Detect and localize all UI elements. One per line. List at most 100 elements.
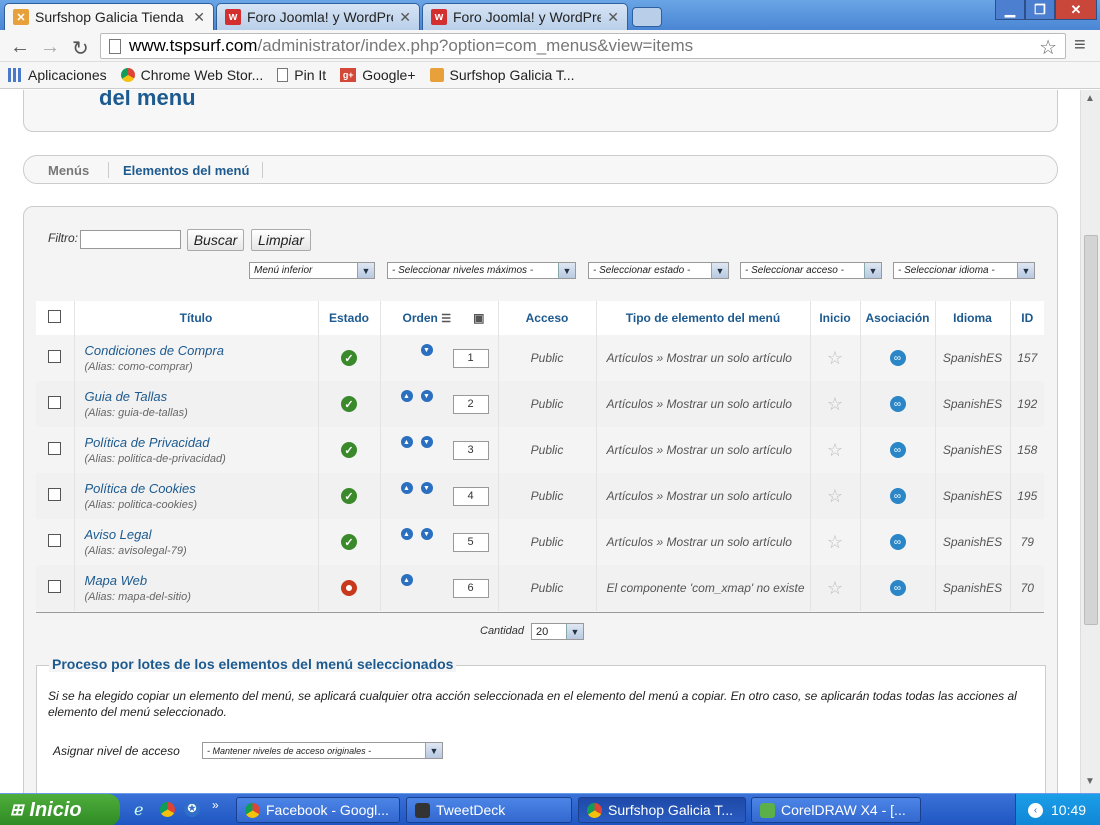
col-access[interactable]: Acceso (498, 301, 597, 335)
bookmark-apps[interactable]: Aplicaciones (8, 67, 107, 83)
order-input[interactable]: 3 (452, 440, 489, 460)
chrome-icon[interactable] (160, 802, 175, 817)
bookmark-surfshop[interactable]: Surfshop Galicia T... (429, 67, 575, 83)
move-up-icon[interactable]: ▲ (400, 482, 413, 494)
scroll-up-icon[interactable]: ▲ (1085, 93, 1095, 104)
col-order[interactable]: Orden ☰ ▣ (380, 301, 499, 335)
tab-surfshop[interactable]: ✕ Surfshop Galicia Tienda ✕ (4, 3, 214, 30)
move-down-icon[interactable]: ▼ (420, 436, 433, 448)
order-input[interactable]: 6 (452, 578, 489, 598)
item-title-link[interactable]: Política de Cookies (85, 481, 318, 496)
row-checkbox[interactable] (48, 580, 62, 593)
col-home[interactable]: Inicio (810, 301, 861, 335)
item-title-link[interactable]: Política de Privacidad (85, 435, 318, 450)
forward-icon[interactable]: → (40, 36, 60, 59)
save-order-icon[interactable]: ▣ (473, 311, 484, 325)
tab-foro-2[interactable]: w Foro Joomla! y WordPre ✕ (422, 3, 628, 30)
association-link-icon[interactable]: ∞ (889, 442, 906, 459)
access-select[interactable]: - Seleccionar acceso - ▼ (740, 262, 882, 279)
col-title[interactable]: Título (74, 301, 319, 335)
window-close-button[interactable]: ✕ (1055, 0, 1097, 20)
maximize-button[interactable]: ❐ (1025, 0, 1055, 20)
menu-icon[interactable]: ≡ (1074, 34, 1086, 57)
status-select[interactable]: - Seleccionar estado - ▼ (588, 262, 729, 279)
home-star-icon[interactable]: ☆ (827, 532, 843, 552)
menu-select[interactable]: Menú inferior ▼ (249, 262, 375, 279)
move-up-icon[interactable]: ▲ (400, 528, 413, 540)
batch-access-select[interactable]: - Mantener niveles de acceso originales … (202, 742, 443, 759)
home-star-icon[interactable]: ☆ (827, 486, 843, 506)
bookmark-pinit[interactable]: Pin It (277, 67, 326, 83)
published-check-icon[interactable]: ✓ (341, 442, 357, 458)
new-tab-button[interactable] (632, 7, 662, 27)
order-input[interactable]: 4 (452, 486, 489, 506)
scroll-down-icon[interactable]: ▼ (1085, 776, 1095, 787)
col-type[interactable]: Tipo de elemento del menú (596, 301, 811, 335)
bookmark-chrome-store[interactable]: Chrome Web Stor... (120, 67, 263, 83)
max-levels-select[interactable]: - Seleccionar niveles máximos - ▼ (387, 262, 576, 279)
tray-arrow-icon[interactable]: ‹ (1028, 802, 1043, 818)
published-check-icon[interactable]: ✓ (341, 488, 357, 504)
col-status[interactable]: Estado (318, 301, 381, 335)
association-link-icon[interactable]: ∞ (889, 396, 906, 413)
submenu-items[interactable]: Elementos del menú (123, 163, 249, 178)
vertical-scrollbar[interactable]: ▲ ▼ (1080, 90, 1100, 793)
association-link-icon[interactable]: ∞ (889, 534, 906, 551)
order-input[interactable]: 2 (452, 394, 489, 414)
col-language[interactable]: Idioma (935, 301, 1011, 335)
expand-icon[interactable]: » (212, 798, 219, 812)
move-up-icon[interactable]: ▲ (400, 574, 413, 586)
item-title-link[interactable]: Guia de Tallas (85, 389, 318, 404)
start-button[interactable]: ⊞ Inicio (0, 794, 120, 825)
star-bookmark-icon[interactable]: ☆ (1039, 35, 1057, 60)
scrollbar-thumb[interactable] (1084, 235, 1098, 625)
select-all-checkbox[interactable] (48, 310, 62, 323)
task-surfshop[interactable]: Surfshop Galicia T... (578, 797, 746, 823)
unpublished-icon[interactable] (341, 580, 357, 596)
address-bar[interactable]: www.tspsurf.com/administrator/index.php?… (100, 33, 1066, 59)
close-icon[interactable]: ✕ (193, 9, 205, 26)
language-select[interactable]: - Seleccionar idioma - ▼ (893, 262, 1035, 279)
move-down-icon[interactable]: ▼ (420, 390, 433, 402)
move-down-icon[interactable]: ▼ (420, 528, 433, 540)
task-facebook[interactable]: Facebook - Googl... (236, 797, 400, 823)
association-link-icon[interactable]: ∞ (889, 350, 906, 367)
row-checkbox[interactable] (48, 442, 62, 455)
published-check-icon[interactable]: ✓ (341, 350, 357, 366)
bookmark-googleplus[interactable]: g+ Google+ (340, 67, 416, 83)
published-check-icon[interactable]: ✓ (341, 396, 357, 412)
minimize-button[interactable]: ▁ (995, 0, 1025, 20)
home-star-icon[interactable]: ☆ (827, 440, 843, 460)
clear-button[interactable]: Limpiar (251, 229, 311, 251)
submenu-menus[interactable]: Menús (48, 163, 89, 178)
move-down-icon[interactable]: ▼ (420, 482, 433, 494)
search-button[interactable]: Buscar (187, 229, 244, 251)
published-check-icon[interactable]: ✓ (341, 534, 357, 550)
order-input[interactable]: 5 (452, 532, 489, 552)
pagination-select[interactable]: 20 ▼ (531, 623, 584, 640)
reload-icon[interactable]: ↻ (72, 36, 89, 61)
home-star-icon[interactable]: ☆ (827, 394, 843, 414)
close-icon[interactable]: ✕ (607, 9, 619, 26)
item-title-link[interactable]: Condiciones de Compra (85, 343, 318, 358)
quicklaunch-icon[interactable]: ✪ (184, 801, 200, 817)
row-checkbox[interactable] (48, 488, 62, 501)
clock[interactable]: 10:49 (1051, 802, 1086, 818)
item-title-link[interactable]: Mapa Web (85, 573, 318, 588)
order-input[interactable]: 1 (452, 348, 489, 368)
row-checkbox[interactable] (48, 350, 62, 363)
move-up-icon[interactable]: ▲ (400, 390, 413, 402)
col-id[interactable]: ID (1010, 301, 1044, 335)
home-star-icon[interactable]: ☆ (827, 348, 843, 368)
row-checkbox[interactable] (48, 396, 62, 409)
task-coreldraw[interactable]: CorelDRAW X4 - [... (751, 797, 921, 823)
tab-foro-1[interactable]: w Foro Joomla! y WordPre ✕ (216, 3, 420, 30)
association-link-icon[interactable]: ∞ (889, 580, 906, 597)
task-tweetdeck[interactable]: TweetDeck (406, 797, 572, 823)
row-checkbox[interactable] (48, 534, 62, 547)
back-icon[interactable]: ← (10, 36, 30, 59)
item-title-link[interactable]: Aviso Legal (85, 527, 318, 542)
move-up-icon[interactable]: ▲ (400, 436, 413, 448)
association-link-icon[interactable]: ∞ (889, 488, 906, 505)
move-down-icon[interactable]: ▼ (420, 344, 433, 356)
